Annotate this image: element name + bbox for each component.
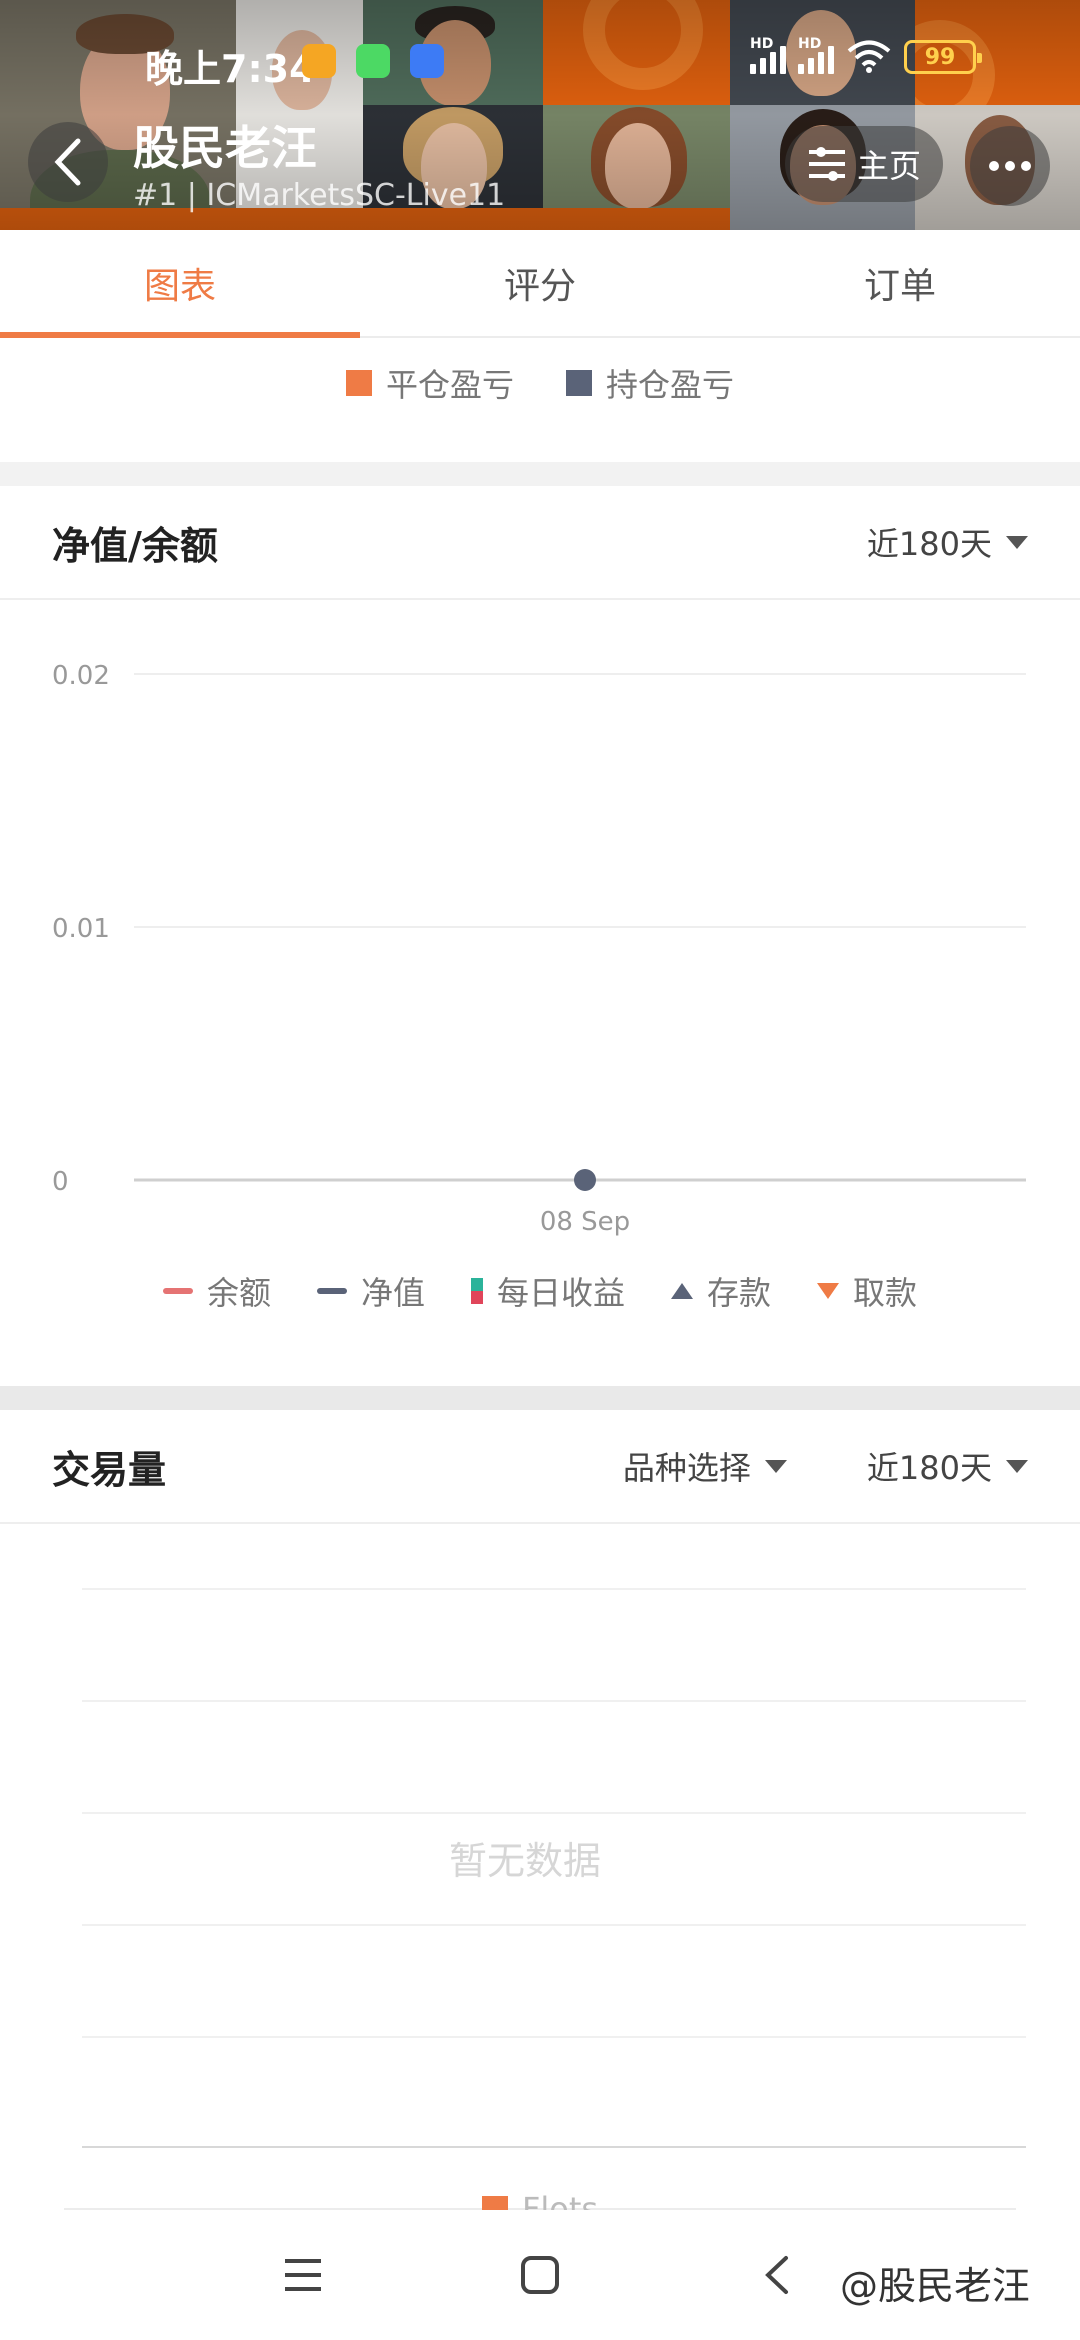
y-tick-label: 0 [52, 1167, 69, 1197]
legend-daily-profit[interactable]: 每日收益 [470, 1268, 625, 1314]
back-button[interactable] [28, 122, 108, 202]
section-divider [0, 1386, 1080, 1410]
legend-closed-pnl[interactable]: 平仓盈亏 [345, 360, 514, 406]
equity-range-dropdown[interactable]: 近180天 [867, 519, 1028, 565]
empty-state-text: 暂无数据 [448, 1839, 601, 1883]
equity-section-title: 净值/余额 [52, 523, 218, 568]
equity-chart-svg: 0.02 0.01 0 08 Sep [52, 661, 1026, 1237]
dropdown-arrow-icon [1006, 1459, 1028, 1473]
tab-orders[interactable]: 订单 [720, 230, 1080, 336]
square-icon [521, 2256, 559, 2294]
volume-range-dropdown[interactable]: 近180天 [867, 1443, 1028, 1489]
legend-deposit[interactable]: 存款 [671, 1268, 771, 1314]
recent-apps-button[interactable] [268, 2240, 338, 2310]
legend-line-swatch [162, 1288, 193, 1294]
home-button-label: 主页 [856, 147, 921, 185]
chevron-left-icon [765, 2256, 788, 2294]
volume-gridline [82, 1588, 1026, 1590]
triangle-up-icon [671, 1283, 693, 1299]
triangle-down-icon [817, 1283, 840, 1299]
status-indicators: HD HD 99 [750, 36, 982, 74]
legend-balance[interactable]: 余额 [162, 1268, 271, 1314]
tab-rating[interactable]: 评分 [360, 230, 720, 336]
account-subtitle: #1 | ICMarketsSC-Live11 [133, 178, 506, 213]
legend-withdrawal[interactable]: 取款 [817, 1268, 917, 1314]
equity-chart: 0.02 0.01 0 08 Sep [0, 600, 1080, 1240]
message-app-icon [302, 44, 336, 78]
equity-section-header: 净值/余额 近180天 [0, 486, 1080, 600]
tab-chart[interactable]: 图表 [0, 230, 360, 338]
android-app-icon [356, 44, 390, 78]
legend-equity[interactable]: 净值 [316, 1268, 425, 1314]
legend-swatch [566, 370, 592, 396]
section-divider [0, 462, 1080, 486]
volume-section-header: 交易量 品种选择 近180天 [0, 1410, 1080, 1524]
home-button[interactable]: 主页 [785, 126, 943, 202]
volume-gridline [82, 1924, 1026, 1926]
signal-icon: HD [750, 36, 786, 74]
more-dots-icon [989, 161, 999, 171]
page-title: 股民老汪 [133, 121, 317, 175]
equity-chart-legend: 余额 净值 每日收益 存款 取款 [0, 1268, 1080, 1314]
y-tick-label: 0.01 [52, 914, 110, 944]
signal-icon: HD [798, 36, 834, 74]
wifi-icon [847, 40, 891, 73]
legend-swatch [345, 370, 372, 396]
volume-gridline [82, 1700, 1026, 1702]
tab-bar: 图表 评分 订单 [0, 230, 1080, 338]
x-tick-label: 08 Sep [540, 1207, 630, 1237]
volume-gridline [82, 1812, 1026, 1814]
legend-line-swatch [316, 1288, 347, 1294]
back-nav-button[interactable] [742, 2240, 812, 2310]
profile-header: 晚上7:34 HD HD 99 股民老汪 #1 | ICMarketsSC-Li… [0, 0, 1080, 230]
volume-section-title: 交易量 [52, 1447, 167, 1492]
symbol-select-dropdown[interactable]: 品种选择 [623, 1443, 787, 1489]
status-time: 晚上7:34 [145, 47, 316, 91]
y-tick-label: 0.02 [52, 661, 110, 691]
home-nav-button[interactable] [505, 2240, 575, 2310]
battery-icon: 99 [904, 40, 982, 74]
equity-data-point[interactable] [574, 1169, 596, 1191]
volume-gridline [82, 2036, 1026, 2038]
legend-open-pnl[interactable]: 持仓盈亏 [566, 360, 734, 406]
watermark: @股民老汪 [840, 2264, 1031, 2308]
pnl-legend: 平仓盈亏 持仓盈亏 [0, 360, 1080, 406]
dropdown-arrow-icon [764, 1459, 787, 1473]
legend-bar-swatch [470, 1278, 483, 1304]
assistant-app-icon [410, 44, 444, 78]
menu-icon [285, 2259, 321, 2291]
more-options-button[interactable] [970, 126, 1050, 206]
chevron-left-icon [54, 138, 81, 186]
filter-icon [808, 147, 845, 181]
volume-axis [82, 2146, 1026, 2148]
dropdown-arrow-icon [1006, 535, 1028, 549]
notification-icons [302, 44, 444, 78]
